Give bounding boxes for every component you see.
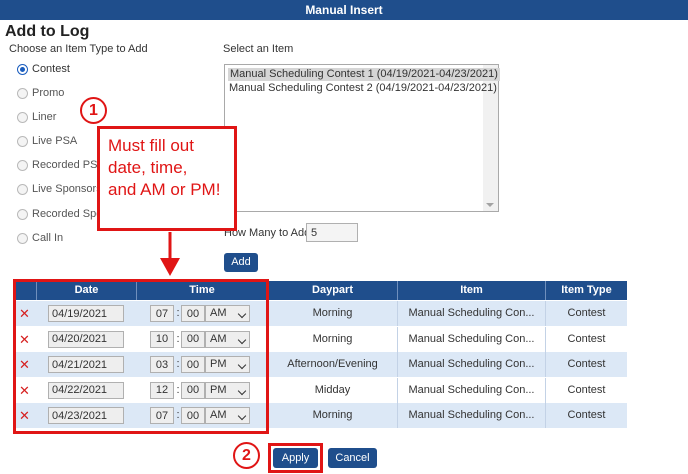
page-title: Add to Log bbox=[5, 23, 90, 40]
add-button[interactable]: Add bbox=[224, 253, 258, 272]
item-type-label: Choose an Item Type to Add bbox=[9, 43, 148, 55]
instruction-callout: Must fill out date, time, and AM or PM! bbox=[97, 126, 237, 231]
apply-highlight-box bbox=[268, 443, 323, 473]
item-cell: Manual Scheduling Con... bbox=[397, 352, 545, 378]
item-listbox[interactable]: Manual Scheduling Contest 1 (04/19/2021-… bbox=[224, 64, 500, 212]
daypart-cell: Morning bbox=[267, 403, 397, 429]
radio-button-icon[interactable] bbox=[17, 111, 28, 123]
item-cell: Manual Scheduling Con... bbox=[397, 377, 545, 403]
daypart-cell: Afternoon/Evening bbox=[267, 352, 397, 378]
radio-button-icon[interactable] bbox=[17, 232, 28, 244]
column-header: Item bbox=[397, 281, 545, 300]
item-cell: Manual Scheduling Con... bbox=[397, 301, 545, 326]
radio-button-icon[interactable] bbox=[17, 159, 28, 171]
date-time-highlight-box bbox=[13, 279, 269, 434]
callout-line-1: Must fill out bbox=[108, 136, 194, 155]
step-2-marker: 2 bbox=[233, 442, 260, 469]
radio-label: Recorded PSA bbox=[32, 159, 105, 171]
radio-label: Recorded Spor bbox=[32, 208, 106, 220]
item-cell: Manual Scheduling Con... bbox=[397, 403, 545, 429]
cancel-button[interactable]: Cancel bbox=[328, 448, 377, 468]
radio-label: Contest bbox=[32, 63, 70, 75]
item-type-radio-4[interactable]: Recorded PSA bbox=[17, 158, 105, 172]
radio-button-icon[interactable] bbox=[17, 183, 28, 195]
radio-button-icon[interactable] bbox=[17, 135, 28, 147]
item-option[interactable]: Manual Scheduling Contest 1 (04/19/2021-… bbox=[228, 68, 500, 81]
daypart-cell: Morning bbox=[267, 301, 397, 326]
callout-line-3: and AM or PM! bbox=[108, 180, 221, 199]
item-type-radio-3[interactable]: Live PSA bbox=[17, 134, 77, 148]
radio-label: Call In bbox=[32, 232, 64, 244]
item-type-cell: Contest bbox=[545, 403, 627, 429]
item-type-radio-2[interactable]: Liner bbox=[17, 110, 56, 124]
radio-button-icon[interactable] bbox=[17, 87, 28, 99]
item-type-cell: Contest bbox=[545, 326, 627, 352]
daypart-cell: Midday bbox=[267, 377, 397, 403]
window-title: Manual Insert bbox=[0, 0, 688, 20]
item-type-radio-7[interactable]: Call In bbox=[17, 231, 63, 245]
select-item-label: Select an Item bbox=[223, 43, 294, 55]
item-type-radio-5[interactable]: Live Sponsorsh bbox=[17, 182, 108, 196]
item-type-radio-6[interactable]: Recorded Spor bbox=[17, 207, 106, 221]
callout-arrow-icon bbox=[160, 232, 180, 276]
item-type-radio-0[interactable]: Contest bbox=[17, 62, 70, 76]
column-header: Daypart bbox=[267, 281, 397, 300]
callout-line-2: date, time, bbox=[108, 158, 188, 177]
step-1-marker: 1 bbox=[80, 97, 107, 124]
daypart-cell: Morning bbox=[267, 326, 397, 352]
radio-button-icon[interactable] bbox=[17, 208, 28, 220]
radio-label: Liner bbox=[32, 111, 57, 123]
item-type-radio-1[interactable]: Promo bbox=[17, 86, 64, 100]
radio-button-icon[interactable] bbox=[17, 63, 28, 75]
item-type-cell: Contest bbox=[545, 352, 627, 378]
item-type-cell: Contest bbox=[545, 377, 627, 403]
scroll-down-icon[interactable] bbox=[486, 203, 494, 207]
radio-label: Promo bbox=[32, 87, 65, 99]
radio-label: Live PSA bbox=[32, 135, 78, 147]
column-header: Item Type bbox=[545, 281, 627, 300]
item-option[interactable]: Manual Scheduling Contest 2 (04/19/2021-… bbox=[229, 82, 497, 95]
item-type-cell: Contest bbox=[545, 301, 627, 326]
item-cell: Manual Scheduling Con... bbox=[397, 326, 545, 352]
how-many-input[interactable] bbox=[306, 223, 358, 242]
